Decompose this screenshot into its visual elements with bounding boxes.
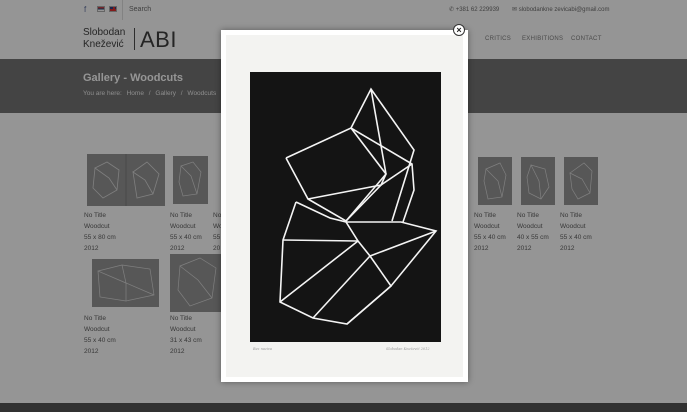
woodcut-print xyxy=(250,72,441,342)
geometric-woodcut-image xyxy=(279,87,438,325)
print-signature: Slobodan Knežević 2012 xyxy=(386,347,430,351)
print-title-inscription: Bez naziva xyxy=(253,347,272,351)
lightbox: Bez naziva Slobodan Knežević 2012 xyxy=(221,30,468,382)
lightbox-image: Bez naziva Slobodan Knežević 2012 xyxy=(226,35,463,377)
close-button[interactable]: × xyxy=(453,24,465,36)
